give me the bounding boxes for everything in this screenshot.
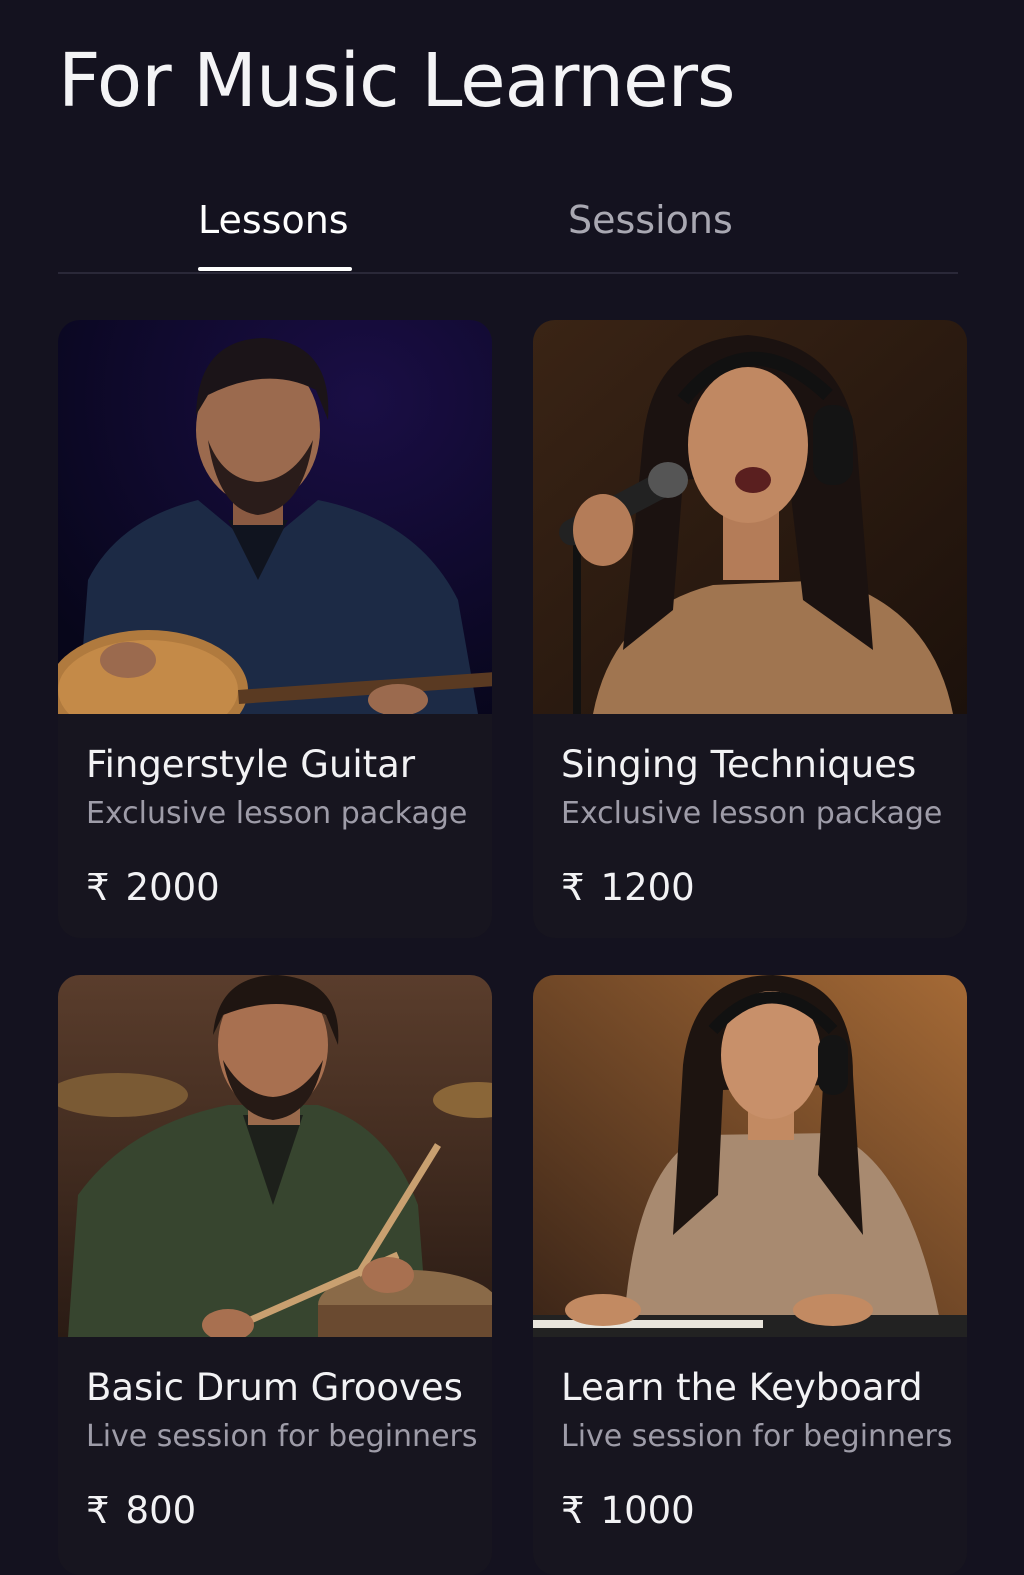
- rupee-icon: ₹: [561, 866, 585, 909]
- price-value: 800: [125, 1489, 197, 1532]
- price-value: 2000: [125, 866, 220, 909]
- card-price: ₹1200: [561, 866, 967, 910]
- tab-bar: Lessons Sessions: [58, 190, 958, 274]
- active-tab-indicator: [198, 267, 352, 271]
- guitarist-photo: [58, 320, 492, 714]
- card-title: Singing Techniques: [561, 743, 917, 786]
- rupee-icon: ₹: [86, 866, 110, 909]
- card-subtitle: Live session for beginners: [86, 1419, 478, 1454]
- rupee-icon: ₹: [561, 1489, 585, 1532]
- price-value: 1000: [600, 1489, 695, 1532]
- tab-sessions[interactable]: Sessions: [568, 198, 733, 242]
- card-title: Learn the Keyboard: [561, 1366, 923, 1409]
- card-price: ₹800: [86, 1489, 492, 1533]
- card-title: Fingerstyle Guitar: [86, 743, 416, 786]
- lesson-card-guitar[interactable]: Fingerstyle Guitar Exclusive lesson pack…: [58, 320, 492, 938]
- price-value: 1200: [600, 866, 695, 909]
- page-title: For Music Learners: [58, 38, 736, 124]
- card-price: ₹2000: [86, 866, 492, 910]
- tab-lessons[interactable]: Lessons: [198, 198, 349, 242]
- card-price: ₹1000: [561, 1489, 967, 1533]
- lesson-card-singing[interactable]: Singing Techniques Exclusive lesson pack…: [533, 320, 967, 938]
- card-title: Basic Drum Grooves: [86, 1366, 463, 1409]
- lesson-card-keyboard[interactable]: Learn the Keyboard Live session for begi…: [533, 975, 967, 1575]
- card-subtitle: Exclusive lesson package: [86, 796, 468, 831]
- lesson-card-drums[interactable]: Basic Drum Grooves Live session for begi…: [58, 975, 492, 1575]
- keyboardist-photo: [533, 975, 967, 1337]
- card-subtitle: Exclusive lesson package: [561, 796, 943, 831]
- drummer-photo: [58, 975, 492, 1337]
- card-subtitle: Live session for beginners: [561, 1419, 953, 1454]
- singer-photo: [533, 320, 967, 714]
- rupee-icon: ₹: [86, 1489, 110, 1532]
